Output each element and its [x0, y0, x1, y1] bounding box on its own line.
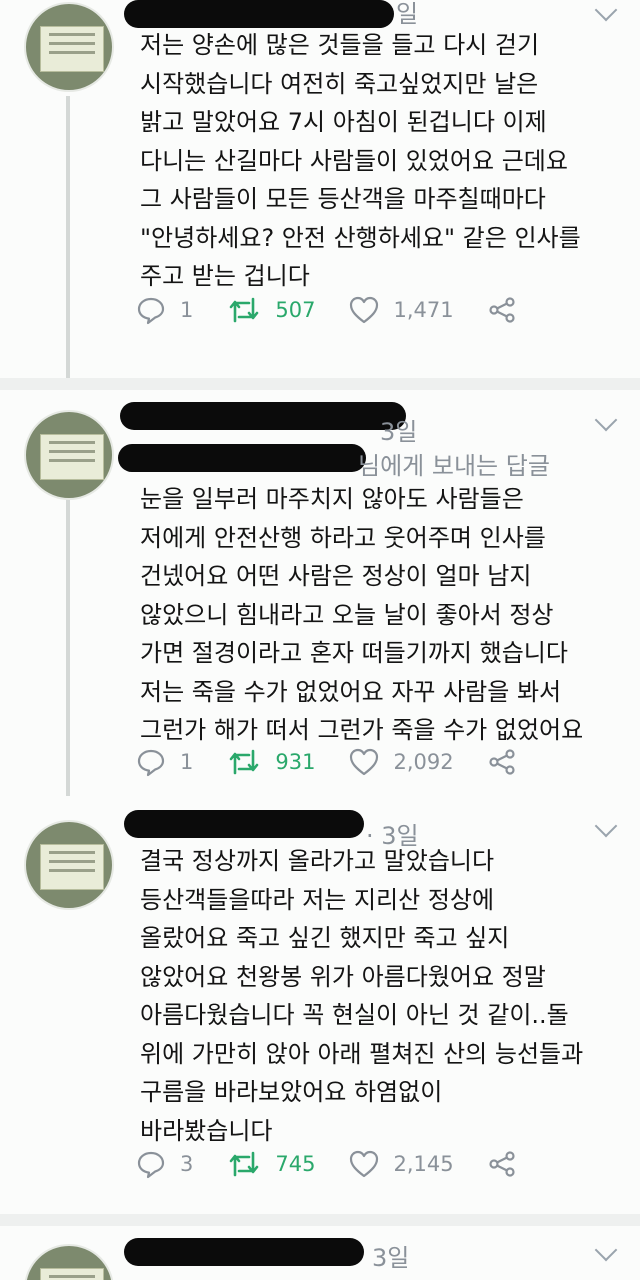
like-count: 2,092 — [393, 750, 454, 774]
reply-icon — [137, 749, 165, 777]
retweet-count: 931 — [275, 750, 316, 774]
avatar[interactable] — [24, 820, 114, 910]
retweet-icon — [230, 1151, 259, 1177]
tweet-thread: 일 저는 양손에 많은 것들을 들고 다시 걷기 시작했습니다 여전히 죽고싶었… — [0, 0, 640, 1280]
retweet-count: 745 — [275, 1152, 316, 1176]
retweet-button[interactable]: 931 — [227, 747, 315, 777]
tweet-1[interactable]: 일 저는 양손에 많은 것들을 들고 다시 걷기 시작했습니다 여전히 죽고싶었… — [0, 0, 640, 378]
tweet-2[interactable]: 3일 님에게 보내는 답글 눈을 일부러 마주치지 않아도 사람들은 저에게 안… — [0, 390, 640, 796]
reply-to-label: 님에게 보내는 답글 — [358, 452, 550, 480]
share-icon — [488, 297, 515, 323]
tweet-time: 3일 — [372, 1244, 410, 1272]
tweet-text: 눈을 일부러 마주치지 않아도 사람들은 저에게 안전산행 하라고 웃어주며 인… — [140, 485, 584, 744]
like-button[interactable]: 2,092 — [349, 748, 454, 776]
retweet-icon — [230, 297, 259, 323]
heart-icon — [350, 748, 379, 776]
heart-icon — [350, 296, 379, 324]
redacted-username — [124, 0, 394, 28]
avatar[interactable] — [24, 1244, 114, 1280]
tweet-separator — [0, 378, 640, 390]
thread-connector — [66, 488, 70, 796]
like-count: 2,145 — [393, 1152, 454, 1176]
tweet-3[interactable]: · 3일 결국 정상까지 올라가고 말았습니다 등산객들을따라 저는 지리산 정… — [0, 796, 640, 1214]
retweet-button[interactable]: 507 — [227, 295, 315, 325]
reply-icon — [137, 1151, 165, 1179]
reply-count: 1 — [180, 750, 194, 774]
like-button[interactable]: 1,471 — [349, 296, 454, 324]
tweet-text: 저는 양손에 많은 것들을 들고 다시 걷기 시작했습니다 여전히 죽고싶었지만… — [140, 31, 581, 290]
avatar[interactable] — [24, 2, 114, 92]
heart-icon — [350, 1150, 379, 1178]
chevron-down-icon[interactable] — [594, 0, 618, 22]
tweet-time: 3일 — [380, 418, 418, 446]
like-button[interactable]: 2,145 — [349, 1150, 454, 1178]
chevron-down-icon[interactable] — [594, 408, 618, 432]
tweet-4[interactable]: 3일 — [0, 1226, 640, 1280]
share-icon — [488, 749, 515, 775]
retweet-button[interactable]: 745 — [227, 1149, 315, 1179]
retweet-icon — [230, 749, 259, 775]
tweet-separator — [0, 1214, 640, 1226]
tweet-text: 결국 정상까지 올라가고 말았습니다 등산객들을따라 저는 지리산 정상에 올랐… — [140, 847, 584, 1145]
retweet-count: 507 — [275, 298, 316, 322]
tweet-actions: 1 931 2,092 — [136, 742, 550, 782]
share-icon — [488, 1151, 515, 1177]
share-button[interactable] — [488, 1150, 516, 1178]
redacted-username — [120, 402, 406, 430]
reply-button[interactable]: 3 — [136, 1149, 193, 1179]
redacted-username — [124, 810, 364, 838]
thread-connector — [66, 96, 70, 378]
chevron-down-icon[interactable] — [594, 814, 618, 838]
tweet-time: 일 — [396, 0, 419, 28]
redacted-reply-target — [118, 444, 366, 472]
share-button[interactable] — [488, 296, 516, 324]
chevron-down-icon[interactable] — [594, 1238, 618, 1262]
redacted-username — [124, 1238, 364, 1266]
reply-button[interactable]: 1 — [136, 747, 193, 777]
reply-count: 3 — [180, 1152, 194, 1176]
like-count: 1,471 — [393, 298, 454, 322]
reply-button[interactable]: 1 — [136, 295, 193, 325]
avatar[interactable] — [24, 410, 114, 500]
share-button[interactable] — [488, 748, 516, 776]
reply-count: 1 — [180, 298, 194, 322]
reply-icon — [137, 297, 165, 325]
tweet-actions: 3 745 2,145 — [136, 1144, 550, 1184]
tweet-actions: 1 507 1,471 — [136, 290, 550, 330]
